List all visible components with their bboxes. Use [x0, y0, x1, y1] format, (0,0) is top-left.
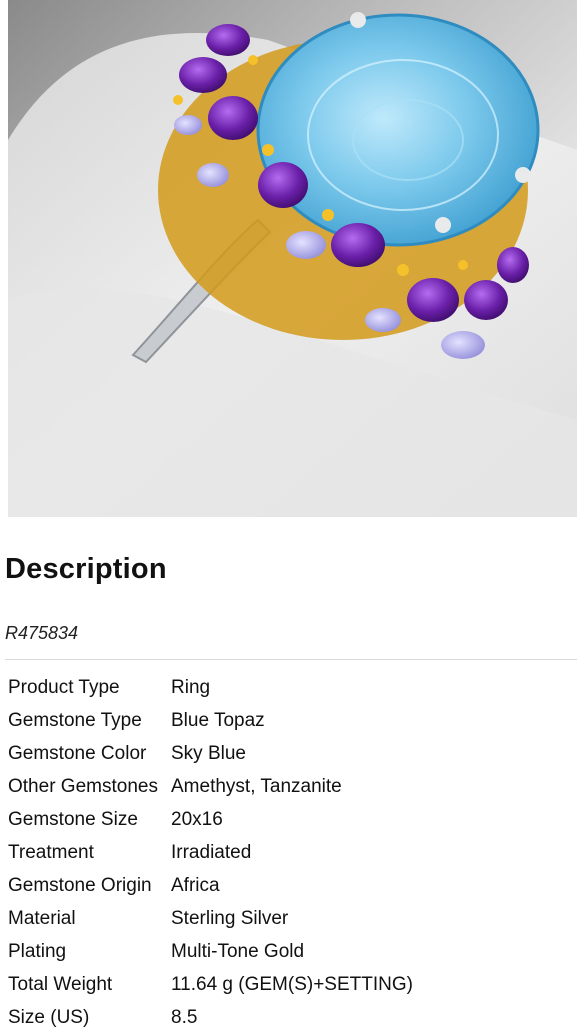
spec-row-material: Material Sterling Silver	[5, 902, 416, 935]
spec-value: 20x16	[171, 809, 223, 830]
product-sku: R475834	[5, 623, 79, 643]
spec-row-gemstone-type: Gemstone Type Blue Topaz	[5, 704, 416, 737]
spec-label: Material	[8, 908, 76, 929]
specs-table: Product Type Ring Gemstone Type Blue Top…	[5, 671, 416, 1034]
spec-value: Amethyst, Tanzanite	[171, 776, 342, 797]
spec-value: Blue Topaz	[171, 710, 265, 731]
spec-value: Multi-Tone Gold	[171, 941, 305, 962]
spec-row-gemstone-size: Gemstone Size 20x16	[5, 803, 416, 836]
spec-label: Gemstone Type	[8, 710, 142, 731]
spec-value: 11.64 g (GEM(S)+SETTING)	[171, 974, 413, 995]
spec-value: Sterling Silver	[171, 908, 289, 929]
spec-label: Total Weight	[8, 974, 113, 995]
spec-label: Size (US)	[8, 1007, 90, 1028]
spec-label: Gemstone Origin	[8, 875, 152, 896]
spec-row-total-weight: Total Weight 11.64 g (GEM(S)+SETTING)	[5, 968, 416, 1001]
spec-value: Irradiated	[171, 842, 252, 863]
spec-value: 8.5	[171, 1007, 198, 1028]
spec-row-size-us: Size (US) 8.5	[5, 1001, 416, 1034]
spec-value: Africa	[171, 875, 220, 896]
spec-label: Other Gemstones	[8, 776, 158, 797]
spec-row-product-type: Product Type Ring	[5, 671, 416, 704]
spec-value: Sky Blue	[171, 743, 246, 764]
spec-row-other-gemstones: Other Gemstones Amethyst, Tanzanite	[5, 770, 416, 803]
spec-label: Treatment	[8, 842, 94, 863]
spec-value: Ring	[171, 677, 211, 698]
spec-row-treatment: Treatment Irradiated	[5, 836, 416, 869]
spec-row-plating: Plating Multi-Tone Gold	[5, 935, 416, 968]
spec-row-gemstone-origin: Gemstone Origin Africa	[5, 869, 416, 902]
description-heading: Description	[5, 553, 167, 585]
spec-label: Gemstone Size	[8, 809, 138, 830]
spec-label: Plating	[8, 941, 67, 962]
divider	[5, 659, 577, 660]
product-image[interactable]	[8, 0, 577, 517]
spec-label: Gemstone Color	[8, 743, 147, 764]
spec-label: Product Type	[8, 677, 120, 698]
spec-row-gemstone-color: Gemstone Color Sky Blue	[5, 737, 416, 770]
